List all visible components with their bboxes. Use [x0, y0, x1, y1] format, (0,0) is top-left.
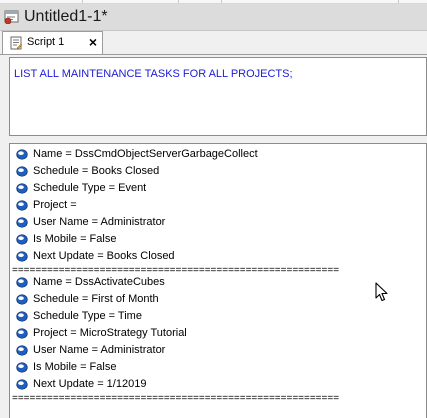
tab-label: Script 1: [27, 36, 65, 48]
window-title: Untitled1-1*: [24, 8, 108, 25]
script-window-icon: [4, 10, 19, 24]
bullet-icon: [16, 251, 28, 262]
bullet-icon: [16, 362, 28, 373]
toolbar-separator: [82, 0, 83, 3]
result-row-text: Is Mobile = False: [33, 233, 117, 245]
result-row-text: Schedule Type = Time: [33, 310, 142, 322]
bullet-icon: [16, 166, 28, 177]
bullet-icon: [16, 200, 28, 211]
window-titlebar[interactable]: Untitled1-1*: [0, 4, 427, 31]
result-divider: ========================================…: [12, 393, 340, 404]
bullet-icon: [16, 294, 28, 305]
editor-query-text: LIST ALL MAINTENANCE TASKS FOR ALL PROJE…: [14, 68, 293, 80]
result-row-text: Schedule = First of Month: [33, 293, 159, 305]
bullet-icon: [16, 328, 28, 339]
script-editor[interactable]: LIST ALL MAINTENANCE TASKS FOR ALL PROJE…: [9, 57, 427, 136]
results-pane[interactable]: Name = DssCmdObjectServerGarbageCollect S…: [9, 143, 427, 418]
mouse-pointer-icon: [375, 282, 388, 302]
toolbar-separator: [398, 0, 399, 3]
result-row-text: Next Update = Books Closed: [33, 250, 175, 262]
toolbar-separator: [178, 0, 179, 3]
result-row-text: Schedule = Books Closed: [33, 165, 160, 177]
bullet-icon: [16, 183, 28, 194]
bullet-icon: [16, 277, 28, 288]
result-row-text: Next Update = 1/12019: [33, 378, 147, 390]
result-row-text: Project = MicroStrategy Tutorial: [33, 327, 187, 339]
result-row-text: Project =: [33, 199, 77, 211]
result-row-text: User Name = Administrator: [33, 344, 166, 356]
tab-script-1[interactable]: Script 1 ×: [2, 31, 103, 54]
tab-bar: Script 1 ×: [0, 31, 427, 55]
result-row-text: User Name = Administrator: [33, 216, 166, 228]
bullet-icon: [16, 345, 28, 356]
result-row-text: Schedule Type = Event: [33, 182, 147, 194]
bullet-icon: [16, 149, 28, 160]
result-row-text: Name = DssActivateCubes: [33, 276, 165, 288]
bullet-icon: [16, 217, 28, 228]
result-row-text: Is Mobile = False: [33, 361, 117, 373]
result-row-text: Name = DssCmdObjectServerGarbageCollect: [33, 148, 258, 160]
tab-close-button[interactable]: ×: [86, 34, 100, 50]
bullet-icon: [16, 234, 28, 245]
script-icon: [10, 36, 23, 50]
bullet-icon: [16, 311, 28, 322]
toolbar-separator: [221, 0, 222, 3]
bullet-icon: [16, 379, 28, 390]
